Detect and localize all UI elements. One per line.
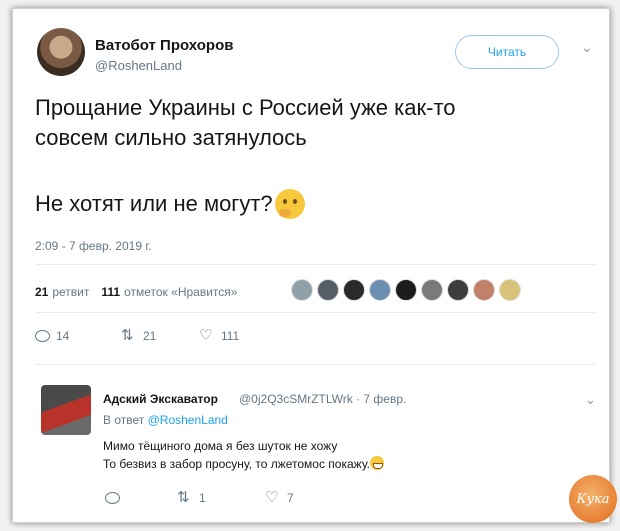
reply-icon (35, 330, 50, 342)
reply-like-button[interactable]: ♡ 7 (265, 489, 294, 506)
follow-button[interactable]: Читать (455, 35, 559, 69)
chevron-down-icon[interactable]: ⌄ (581, 39, 593, 56)
reply-retweet-button[interactable]: ⇅ 1 (177, 489, 265, 506)
tweet-timestamp[interactable]: 2:09 - 7 февр. 2019 г. (35, 239, 152, 253)
tweet-question-text: Не хотят или не могут? (35, 191, 273, 216)
author-avatar[interactable] (37, 28, 85, 76)
tweet-text-line: Прощание Украины с Россией уже как-то (35, 95, 456, 120)
likes-count[interactable]: 111 (101, 285, 120, 299)
liker-avatar[interactable] (447, 279, 469, 301)
liker-avatar[interactable] (369, 279, 391, 301)
retweet-icon: ⇅ (121, 327, 134, 344)
grinning-face-icon (369, 456, 384, 470)
liker-avatar[interactable] (499, 279, 521, 301)
retweets-count[interactable]: 21 (35, 285, 48, 299)
retweets-label[interactable]: ретвит (52, 285, 89, 299)
thinking-face-icon (274, 189, 305, 219)
like-count: 111 (221, 329, 240, 343)
divider (35, 312, 595, 313)
tweet-question: Не хотят или не могут? (35, 189, 305, 219)
liker-avatar[interactable] (343, 279, 365, 301)
reply-to: В ответ @RoshenLand (103, 413, 228, 427)
retweet-icon: ⇅ (177, 489, 190, 506)
reply-author-name[interactable]: Адский Экскаватор (103, 392, 218, 406)
tweet-text-line: совсем сильно затянулось (35, 125, 307, 150)
reply-like-count: 7 (287, 491, 294, 505)
reply-to-handle[interactable]: @RoshenLand (148, 413, 228, 427)
reply-actions: ⇅ 1 ♡ 7 (105, 489, 294, 506)
retweet-button[interactable]: ⇅ 21 (121, 327, 199, 344)
like-button[interactable]: ♡ 111 (199, 327, 240, 344)
liker-avatars (291, 279, 521, 301)
reply-text-line: Мимо тёщиного дома я без шуток не хожу (103, 439, 338, 453)
liker-avatar[interactable] (395, 279, 417, 301)
liker-avatar[interactable] (291, 279, 313, 301)
reply-author-handle[interactable]: @0j2Q3cSMrZTLWrk · 7 февр. (239, 392, 406, 406)
reply-retweet-count: 1 (199, 491, 206, 505)
liker-avatar[interactable] (473, 279, 495, 301)
author-name[interactable]: Ватобот Прохоров (95, 37, 233, 54)
divider (35, 364, 595, 365)
reply-reply-button[interactable] (105, 492, 177, 504)
reply-to-prefix: В ответ (103, 413, 145, 427)
watermark-logo: Кука (569, 475, 617, 523)
heart-icon: ♡ (199, 327, 213, 344)
heart-icon: ♡ (265, 489, 279, 506)
liker-avatar[interactable] (317, 279, 339, 301)
tweet-card: Ватобот Прохоров @RoshenLand Читать ⌄ Пр… (12, 8, 617, 523)
reply-button[interactable]: 14 (35, 329, 121, 343)
retweet-count: 21 (143, 329, 157, 343)
tweet-text: Прощание Украины с Россией уже как-то со… (35, 93, 595, 153)
reply-icon (105, 492, 120, 504)
liker-avatar[interactable] (421, 279, 443, 301)
engagement-stats: 21 ретвит 111 отметок «Нравится» (35, 285, 237, 299)
reply-count: 14 (56, 329, 70, 343)
chevron-down-icon[interactable]: ⌄ (585, 392, 596, 408)
author-handle[interactable]: @RoshenLand (95, 58, 182, 73)
tweet-actions: 14 ⇅ 21 ♡ 111 (35, 327, 240, 344)
reply-author-avatar[interactable] (41, 385, 91, 435)
reply-text: Мимо тёщиного дома я без шуток не хожу Т… (103, 437, 384, 473)
likes-label[interactable]: отметок «Нравится» (124, 285, 237, 299)
divider (35, 264, 595, 265)
reply-text-line: То безвиз в забор просуну, то лжетомос п… (103, 457, 370, 471)
